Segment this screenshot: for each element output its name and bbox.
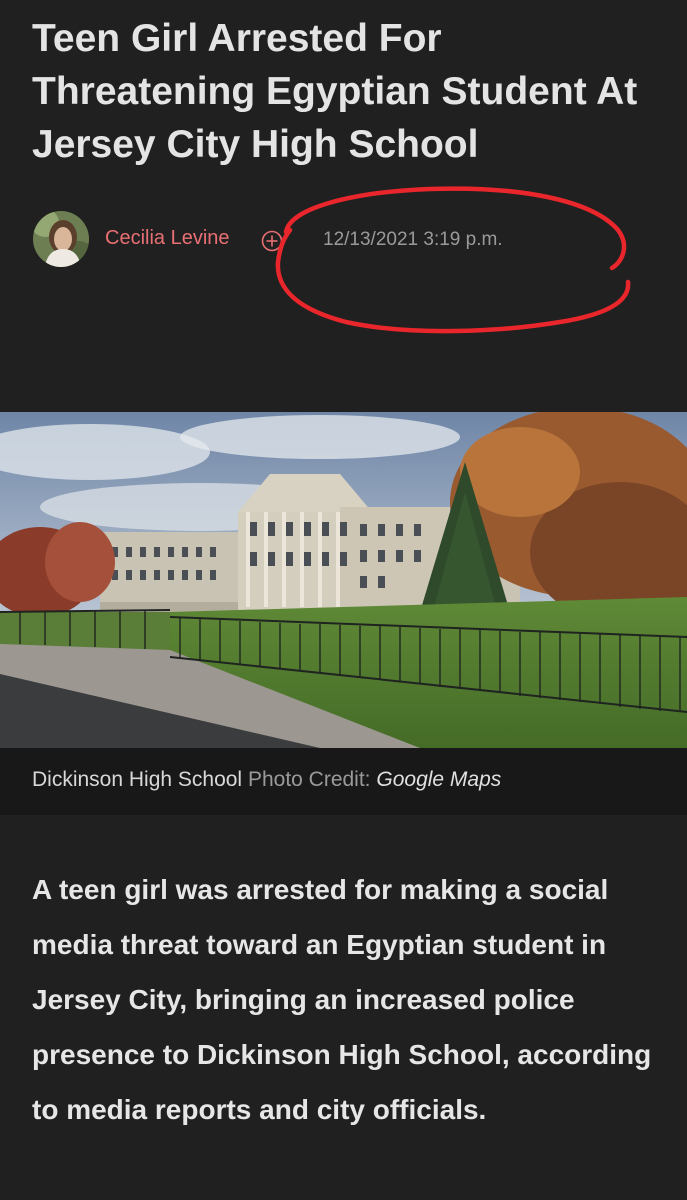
author-avatar[interactable] — [33, 211, 89, 267]
photo-credit-source: Google Maps — [376, 768, 502, 791]
publish-timestamp: 12/13/2021 3:19 p.m. — [323, 229, 503, 250]
article-headline: Teen Girl Arrested For Threatening Egypt… — [32, 17, 638, 166]
photo-caption: Dickinson High School Photo Credit: Goog… — [32, 768, 501, 792]
photo-credit-label: Photo Credit: — [247, 768, 371, 791]
article-photo — [0, 412, 687, 748]
lead-paragraph: A teen girl was arrested for making a so… — [32, 874, 652, 1125]
caption-subject: Dickinson High School — [32, 768, 243, 791]
author-name-link[interactable]: Cecilia Levine — [105, 227, 230, 250]
photo-caption-bar: Dickinson High School Photo Credit: Goog… — [0, 748, 687, 815]
byline: Cecilia Levine 12/13/2021 3:19 p.m. — [33, 209, 633, 269]
plus-circle-icon[interactable] — [261, 230, 283, 252]
